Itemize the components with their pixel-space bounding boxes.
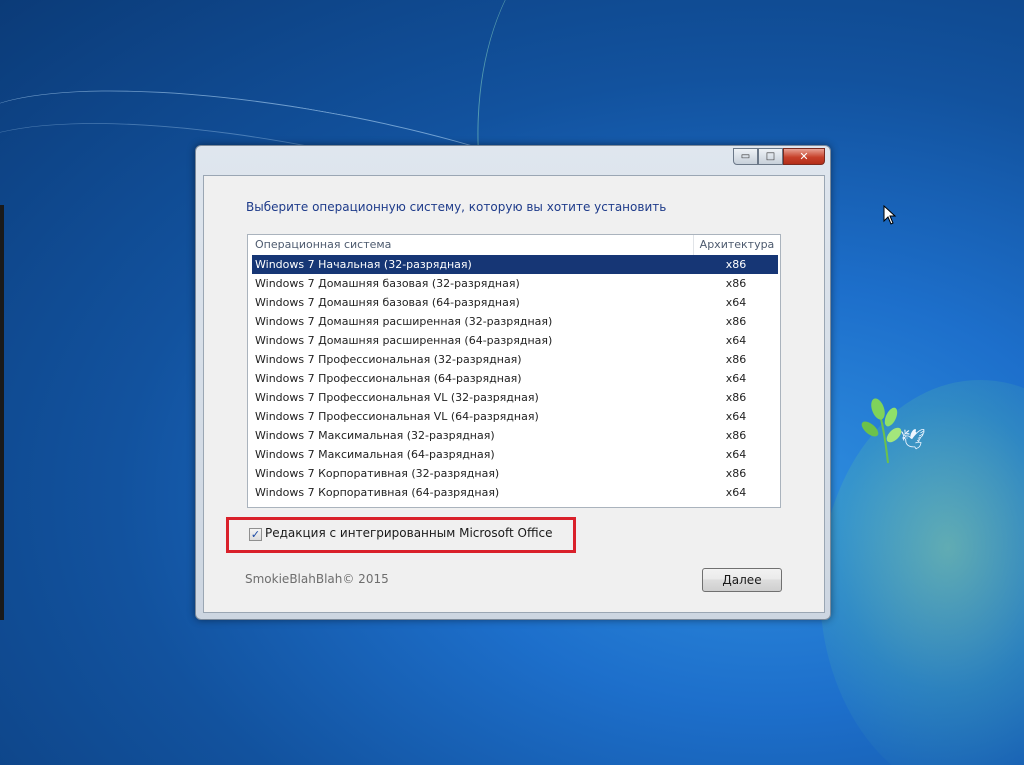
row-os-name: Windows 7 Корпоративная (32-разрядная) — [255, 467, 500, 480]
copyright-text: SmokieBlahBlah© 2015 — [245, 572, 389, 586]
column-header-arch[interactable]: Архитектура — [694, 235, 780, 255]
row-architecture: x86 — [725, 353, 747, 366]
row-architecture: x64 — [725, 486, 747, 499]
dove-icon: 🕊 — [900, 427, 926, 451]
row-architecture: x64 — [725, 334, 747, 347]
row-os-name: Windows 7 Домашняя расширенная (32-разря… — [255, 315, 553, 328]
list-rows: Windows 7 Начальная (32-разрядная) x86 Win… — [252, 255, 778, 502]
list-row[interactable]: Windows 7 Домашняя расширенная (64-разря… — [252, 331, 778, 350]
maximize-icon: □ — [765, 151, 776, 162]
row-architecture: x64 — [725, 372, 747, 385]
row-architecture: x86 — [725, 391, 747, 404]
window-client-area: Выберите операционную систему, которую в… — [203, 175, 825, 613]
row-os-name: Windows 7 Начальная (32-разрядная) — [255, 258, 472, 271]
office-checkbox-label[interactable]: Редакция с интегрированным Microsoft Off… — [265, 526, 553, 540]
list-row[interactable]: Windows 7 Начальная (32-разрядная) x86 — [252, 255, 778, 274]
list-header: Операционная система Архитектура — [248, 235, 780, 255]
row-architecture: x64 — [725, 296, 747, 309]
row-architecture: x86 — [725, 277, 747, 290]
row-os-name: Windows 7 Профессиональная (32-разрядная… — [255, 353, 522, 366]
titlebar-buttons: ▭ □ ✕ — [733, 148, 825, 166]
list-row[interactable]: Windows 7 Корпоративная (64-разрядная) x6… — [252, 483, 778, 502]
row-os-name: Windows 7 Максимальная (32-разрядная) — [255, 429, 495, 442]
row-os-name: Windows 7 Домашняя расширенная (64-разря… — [255, 334, 553, 347]
row-os-name: Windows 7 Домашняя базовая (32-разрядная… — [255, 277, 520, 290]
list-row[interactable]: Windows 7 Домашняя расширенная (32-разря… — [252, 312, 778, 331]
list-row[interactable]: Windows 7 Профессиональная VL (64-разряд… — [252, 407, 778, 426]
minimize-icon: ▭ — [740, 151, 751, 162]
row-architecture: x86 — [725, 429, 747, 442]
office-checkbox[interactable]: ✓ — [249, 528, 262, 541]
left-screen-edge — [0, 205, 4, 620]
list-row[interactable]: Windows 7 Максимальная (64-разрядная) x64 — [252, 445, 778, 464]
row-architecture: x86 — [725, 258, 747, 271]
checkmark-icon: ✓ — [250, 528, 261, 541]
desktop-background: 🕊 ▭ □ ✕ Выберите операционную систему, к… — [0, 0, 1024, 765]
list-row[interactable]: Windows 7 Домашняя базовая (64-разрядная… — [252, 293, 778, 312]
list-row[interactable]: Windows 7 Профессиональная (64-разрядная… — [252, 369, 778, 388]
list-row[interactable]: Windows 7 Профессиональная (32-разрядная… — [252, 350, 778, 369]
row-os-name: Windows 7 Домашняя базовая (64-разрядная… — [255, 296, 520, 309]
row-architecture: x64 — [725, 448, 747, 461]
row-os-name: Windows 7 Профессиональная VL (32-разряд… — [255, 391, 539, 404]
column-header-os[interactable]: Операционная система — [248, 235, 694, 255]
close-button[interactable]: ✕ — [783, 148, 825, 165]
row-os-name: Windows 7 Корпоративная (64-разрядная) — [255, 486, 500, 499]
list-row[interactable]: Windows 7 Корпоративная (32-разрядная) x8… — [252, 464, 778, 483]
close-icon: ✕ — [799, 150, 809, 163]
next-button[interactable]: Далее — [702, 568, 782, 592]
office-option-highlight: ✓ Редакция с интегрированным Microsoft O… — [226, 517, 576, 553]
mouse-pointer-icon — [883, 205, 897, 225]
row-os-name: Windows 7 Максимальная (64-разрядная) — [255, 448, 495, 461]
list-row[interactable]: Windows 7 Домашняя базовая (32-разрядная… — [252, 274, 778, 293]
prompt-text: Выберите операционную систему, которую в… — [246, 200, 667, 214]
list-row[interactable]: Windows 7 Профессиональная VL (32-разряд… — [252, 388, 778, 407]
installer-window: ▭ □ ✕ Выберите операционную систему, кот… — [195, 145, 831, 620]
row-os-name: Windows 7 Профессиональная VL (64-разряд… — [255, 410, 539, 423]
row-os-name: Windows 7 Профессиональная (64-разрядная… — [255, 372, 522, 385]
row-architecture: x86 — [725, 315, 747, 328]
row-architecture: x64 — [725, 410, 747, 423]
list-row[interactable]: Windows 7 Максимальная (32-разрядная) x86 — [252, 426, 778, 445]
row-architecture: x86 — [725, 467, 747, 480]
maximize-button[interactable]: □ — [758, 148, 783, 165]
minimize-button[interactable]: ▭ — [733, 148, 758, 165]
os-list[interactable]: Операционная система Архитектура Windows… — [247, 234, 781, 508]
